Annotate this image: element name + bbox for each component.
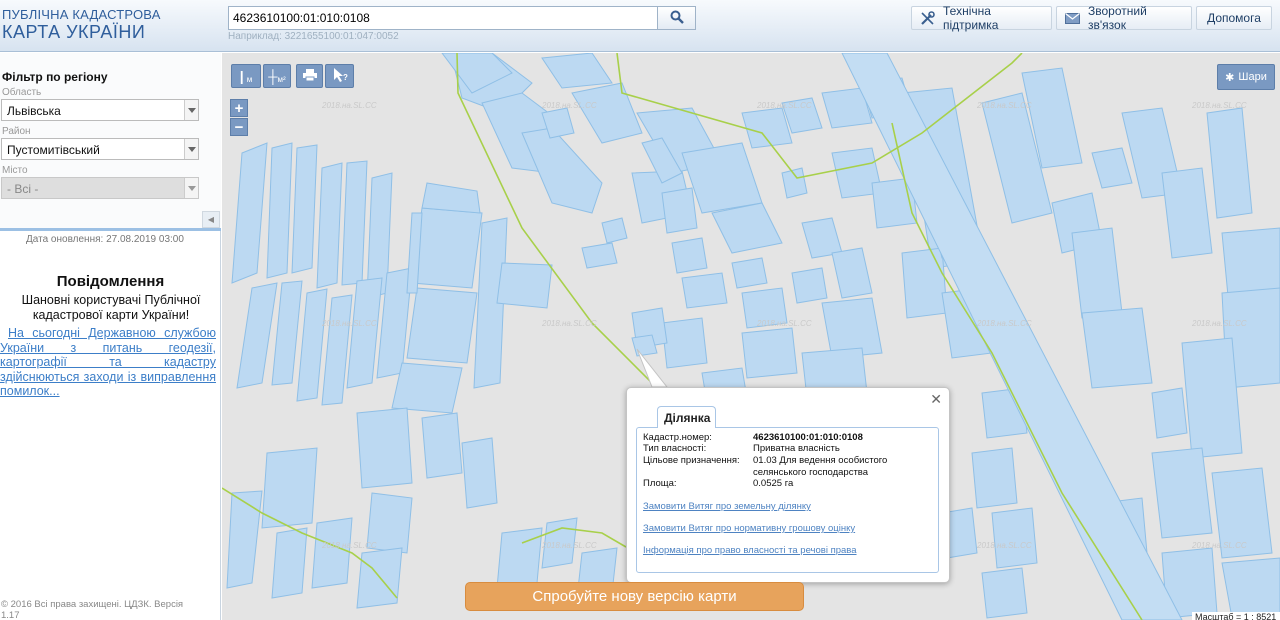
misto-label: Місто: [2, 165, 28, 176]
info-row-area: Площа: 0.0525 га: [643, 478, 933, 489]
watermark-text: 2018.на.SL.CC: [321, 319, 377, 328]
info-key: Тип власності:: [643, 443, 707, 454]
sidebar: Фільтр по регіону Область Львівська Райо…: [0, 53, 221, 620]
update-date: Дата оновлення: 27.08.2019 03:00: [26, 234, 184, 245]
purpose-value: 01.03 Для ведення особистого селянського…: [753, 455, 888, 478]
watermark-text: 2018.на.SL.CC: [976, 319, 1032, 328]
feedback-button[interactable]: Зворотний зв'язок: [1056, 4, 1192, 32]
measure-distance-button[interactable]: | м: [231, 64, 261, 88]
chevron-left-icon: ◀: [207, 215, 215, 224]
filter-title: Фільтр по регіону: [2, 70, 108, 84]
watermark-text: 2018.на.SL.CC: [541, 541, 597, 550]
chevron-down-icon: [184, 139, 198, 159]
logo-line2: КАРТА УКРАЇНИ: [2, 22, 146, 42]
notice-greeting: Шановні користувачі Публічної кадастрово…: [21, 293, 201, 322]
feedback-label: Зворотний зв'язок: [1088, 4, 1147, 32]
cadastral-search-input[interactable]: [228, 6, 658, 30]
search-hint: Наприклад: 3221655100:01:047:0052: [228, 31, 399, 42]
watermark-text: 2018.на.SL.CC: [541, 319, 597, 328]
zoom-out-button[interactable]: −: [230, 118, 248, 136]
logo-line1: ПУБЛІЧНА КАДАСТРОВА: [2, 7, 161, 22]
parcel-info-body: Кадастр.номер: 4623610100:01:010:0108 Ти…: [636, 427, 939, 573]
oblast-select[interactable]: Львівська: [1, 99, 199, 121]
layers-button[interactable]: ✱ Шари: [1217, 64, 1275, 90]
order-valuation-extract-link[interactable]: Замовити Витяг про нормативну грошову оц…: [643, 523, 855, 534]
scale-label: Масштаб = 1 : 8521: [1192, 612, 1280, 620]
printer-icon: [302, 68, 317, 84]
ownership-type: Приватна власність: [753, 443, 840, 454]
misto-value: - Всі -: [7, 182, 39, 196]
watermark-text: 2018.на.SL.CC: [1191, 101, 1247, 110]
area-value: 0.0525 га: [753, 478, 794, 489]
print-button[interactable]: [296, 64, 323, 88]
rayon-select[interactable]: Пустомитівський: [1, 138, 199, 160]
rayon-label: Район: [2, 126, 31, 137]
chevron-down-icon: [184, 178, 198, 198]
watermark-text: 2018.на.SL.CC: [321, 541, 377, 550]
collapse-sidebar-button[interactable]: ◀: [202, 211, 220, 228]
cursor-question-icon: ?: [332, 67, 348, 86]
envelope-icon: [1065, 12, 1080, 24]
info-key: Кадастр.номер:: [643, 432, 712, 443]
watermark-text: 2018.на.SL.CC: [321, 101, 377, 110]
layers-label: Шари: [1238, 71, 1267, 83]
measure-m-label: м: [246, 74, 253, 84]
plus-icon: +: [234, 99, 244, 117]
support-label: Технічна підтримка: [943, 4, 999, 32]
region-filter-panel: Фільтр по регіону Область Львівська Райо…: [0, 53, 221, 231]
tools-icon: [920, 10, 935, 26]
oblast-value: Львівська: [7, 104, 61, 118]
oblast-label: Область: [2, 87, 42, 98]
watermark-text: 2018.на.SL.CC: [976, 101, 1032, 110]
info-row-cadastral: Кадастр.номер: 4623610100:01:010:0108: [643, 432, 933, 443]
rayon-value: Пустомитівський: [7, 143, 100, 157]
watermark-text: 2018.на.SL.CC: [541, 101, 597, 110]
zoom-in-button[interactable]: +: [230, 99, 248, 117]
identify-button[interactable]: ?: [325, 64, 354, 88]
minus-icon: −: [234, 118, 244, 136]
watermark-text: 2018.на.SL.CC: [756, 319, 812, 328]
order-land-extract-link[interactable]: Замовити Витяг про земельну ділянку: [643, 501, 811, 512]
tab-parcel[interactable]: Ділянка: [657, 406, 716, 428]
map-canvas[interactable]: 2018.на.SL.CC 2018.на.SL.CC 2018.на.SL.C…: [222, 53, 1280, 620]
help-button[interactable]: Допомога: [1196, 6, 1272, 30]
info-key: Цільове призначення:: [643, 455, 740, 466]
gear-icon: ✱: [1225, 71, 1235, 84]
watermark-text: 2018.на.SL.CC: [756, 101, 812, 110]
notice-title: Повідомлення: [56, 273, 165, 290]
site-logo[interactable]: ПУБЛІЧНА КАДАСТРОВА КАРТА УКРАЇНИ: [2, 8, 161, 41]
watermark-text: 2018.на.SL.CC: [1191, 541, 1247, 550]
measure-m2-label: м²: [277, 74, 286, 84]
try-new-version-button[interactable]: Спробуйте нову версію карти: [465, 582, 804, 611]
header: ПУБЛІЧНА КАДАСТРОВА КАРТА УКРАЇНИ Наприк…: [0, 0, 1280, 52]
help-label: Допомога: [1207, 11, 1261, 25]
measure-area-button[interactable]: ┼ м²: [263, 64, 291, 88]
ruler-icon: |: [239, 68, 244, 84]
info-row-purpose: Цільове призначення: 01.03 Для ведення о…: [643, 455, 933, 478]
search-button[interactable]: [657, 6, 696, 30]
watermark-text: 2018.на.SL.CC: [1191, 319, 1247, 328]
chevron-down-icon: [184, 100, 198, 120]
info-key: Площа:: [643, 478, 677, 489]
notice-link[interactable]: На сьогодні Державною службою України з …: [0, 326, 216, 399]
search-icon: [670, 10, 684, 27]
misto-select: - Всі -: [1, 177, 199, 199]
ownership-info-link[interactable]: Інформація про право власності та речові…: [643, 545, 857, 556]
parcel-info-popup: ✕ Ділянка Кадастр.номер: 4623610100:01:0…: [626, 387, 950, 583]
close-icon[interactable]: ✕: [930, 392, 942, 406]
cadastral-number: 4623610100:01:010:0108: [753, 432, 863, 443]
info-row-ownership: Тип власності: Приватна власність: [643, 443, 933, 454]
watermark-text: 2018.на.SL.CC: [976, 541, 1032, 550]
support-button[interactable]: Технічна підтримка: [911, 4, 1052, 32]
svg-text:?: ?: [343, 73, 348, 82]
area-ruler-icon: ┼: [268, 68, 278, 84]
popup-pointer: [636, 348, 669, 388]
copyright: © 2016 Всі права захищені. ЦДЗК. Версія …: [1, 599, 184, 620]
